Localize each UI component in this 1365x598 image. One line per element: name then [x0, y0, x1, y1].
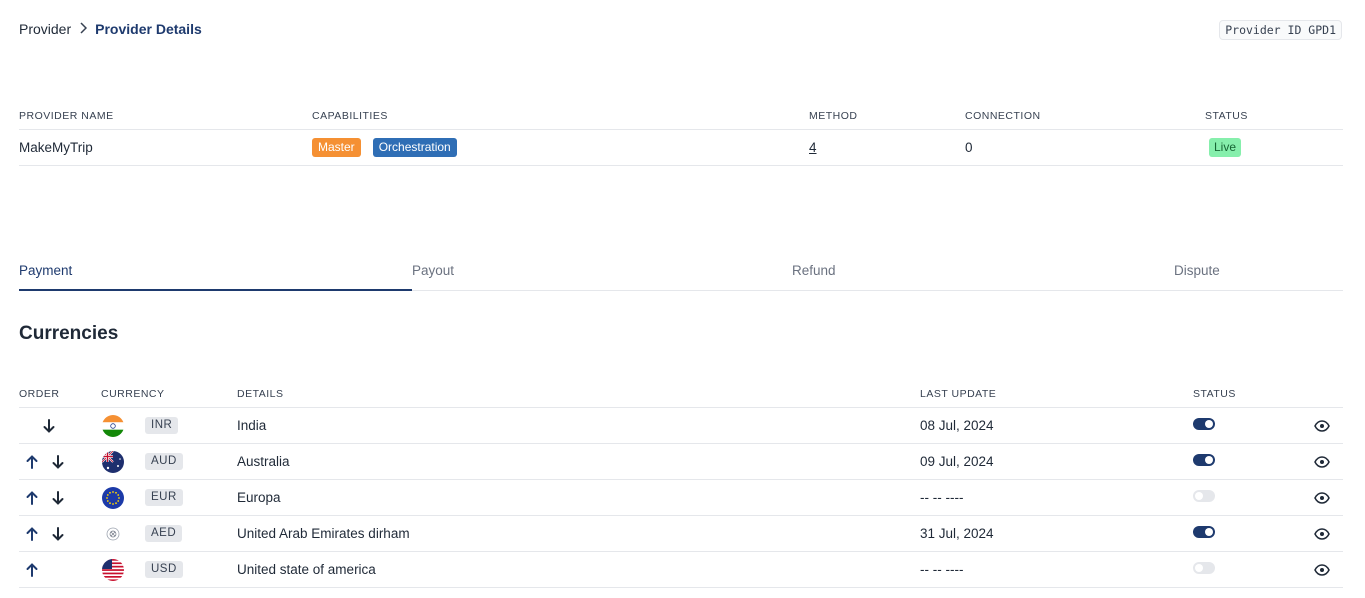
tab-dispute[interactable]: Dispute — [1174, 258, 1220, 290]
eu-flag-icon — [102, 486, 124, 509]
order-cell — [19, 454, 101, 470]
header-connection: CONNECTION — [965, 109, 1041, 122]
status-toggle[interactable] — [1193, 454, 1215, 466]
view-cell — [1303, 454, 1343, 470]
connection-count: 0 — [965, 140, 973, 155]
provider-id-label: Provider ID GPD1 — [1219, 20, 1342, 40]
table-row: AUD Australia 09 Jul, 2024 — [19, 444, 1343, 480]
table-row: AED United Arab Emirates dirham 31 Jul, … — [19, 516, 1343, 552]
last-update: -- -- ---- — [920, 562, 964, 577]
currency-details: United state of america — [237, 562, 376, 577]
move-up-icon[interactable] — [24, 526, 40, 542]
orchestration-badge: Orchestration — [372, 138, 457, 157]
view-cell — [1303, 562, 1343, 578]
currency-code: AED — [145, 525, 183, 542]
status-cell — [1193, 562, 1303, 577]
eye-icon[interactable] — [1314, 490, 1330, 506]
provider-row: MakeMyTrip Master Orchestration 4 0 Live — [19, 130, 1343, 166]
provider-table: PROVIDER NAME CAPABILITIES METHOD CONNEC… — [19, 102, 1343, 166]
provider-table-header: PROVIDER NAME CAPABILITIES METHOD CONNEC… — [19, 102, 1343, 130]
tab-refund[interactable]: Refund — [792, 258, 1174, 290]
last-update: -- -- ---- — [920, 490, 964, 505]
order-cell — [19, 418, 101, 434]
tab-payment[interactable]: Payment — [19, 258, 412, 291]
eye-icon[interactable] — [1314, 526, 1330, 542]
currency-details: United Arab Emirates dirham — [237, 526, 410, 541]
tab-payout[interactable]: Payout — [412, 258, 792, 290]
header-last-update: LAST UPDATE — [920, 387, 997, 400]
status-cell: Live — [1205, 138, 1343, 157]
currency-cell: INR — [101, 414, 237, 437]
status-toggle[interactable] — [1193, 562, 1215, 574]
breadcrumb-current: Provider Details — [95, 21, 202, 37]
view-cell — [1303, 418, 1343, 434]
table-row: INR India 08 Jul, 2024 — [19, 408, 1343, 444]
currency-cell: EUR — [101, 486, 237, 509]
provider-name: MakeMyTrip — [19, 140, 93, 155]
currency-details: India — [237, 418, 267, 433]
move-up-icon[interactable] — [24, 454, 40, 470]
move-up-icon[interactable] — [24, 562, 40, 578]
currency-table-header: ORDER CURRENCY DETAILS LAST UPDATE STATU… — [19, 380, 1343, 408]
last-update: 08 Jul, 2024 — [920, 418, 994, 433]
view-cell — [1303, 490, 1343, 506]
move-down-icon[interactable] — [41, 418, 57, 434]
currency-cell: AED — [101, 523, 237, 545]
header-order: ORDER — [19, 387, 60, 400]
header-status: STATUS — [1193, 387, 1236, 400]
eye-icon[interactable] — [1314, 562, 1330, 578]
header-method: METHOD — [809, 109, 858, 122]
chevron-right-icon — [71, 21, 95, 37]
currency-cell: USD — [101, 558, 237, 581]
order-cell — [19, 490, 101, 506]
currency-cell: AUD — [101, 450, 237, 473]
status-cell — [1193, 526, 1303, 541]
header-details: DETAILS — [237, 387, 284, 400]
tab-bar: Payment Payout Refund Dispute — [19, 258, 1343, 291]
eye-icon[interactable] — [1314, 418, 1330, 434]
currency-code: INR — [145, 417, 179, 434]
eye-icon[interactable] — [1314, 454, 1330, 470]
status-cell — [1193, 454, 1303, 469]
status-badge: Live — [1209, 138, 1242, 157]
status-toggle[interactable] — [1193, 526, 1215, 538]
last-update: 31 Jul, 2024 — [920, 526, 994, 541]
last-update: 09 Jul, 2024 — [920, 454, 994, 469]
master-badge: Master — [312, 138, 361, 157]
status-toggle[interactable] — [1193, 490, 1215, 502]
status-toggle[interactable] — [1193, 418, 1215, 430]
australia-flag-icon — [102, 450, 124, 473]
status-cell — [1193, 490, 1303, 505]
header-status: STATUS — [1205, 109, 1248, 122]
move-up-icon[interactable] — [24, 490, 40, 506]
view-cell — [1303, 526, 1343, 542]
uae-dirham-icon — [102, 523, 124, 545]
header-capabilities: CAPABILITIES — [312, 109, 388, 122]
header-provider-name: PROVIDER NAME — [19, 109, 114, 122]
capabilities-cell: Master Orchestration — [312, 138, 809, 157]
method-count-link[interactable]: 4 — [809, 140, 817, 155]
breadcrumb-provider-link[interactable]: Provider — [19, 21, 71, 37]
status-cell — [1193, 418, 1303, 433]
currency-code: AUD — [145, 453, 183, 470]
currency-code: EUR — [145, 489, 183, 506]
method-cell: 4 — [809, 140, 965, 155]
currency-code: USD — [145, 561, 183, 578]
breadcrumb: Provider Provider Details — [19, 21, 202, 37]
header-currency: CURRENCY — [101, 387, 165, 400]
table-row: EUR Europa -- -- ---- — [19, 480, 1343, 516]
currency-table: ORDER CURRENCY DETAILS LAST UPDATE STATU… — [19, 380, 1343, 588]
move-down-icon[interactable] — [50, 526, 66, 542]
section-title: Currencies — [19, 323, 119, 344]
currency-details: Europa — [237, 490, 281, 505]
usa-flag-icon — [102, 558, 124, 581]
order-cell — [19, 562, 101, 578]
table-row: USD United state of america -- -- ---- — [19, 552, 1343, 588]
india-flag-icon — [102, 414, 124, 437]
move-down-icon[interactable] — [50, 454, 66, 470]
move-down-icon[interactable] — [50, 490, 66, 506]
currency-details: Australia — [237, 454, 290, 469]
order-cell — [19, 526, 101, 542]
